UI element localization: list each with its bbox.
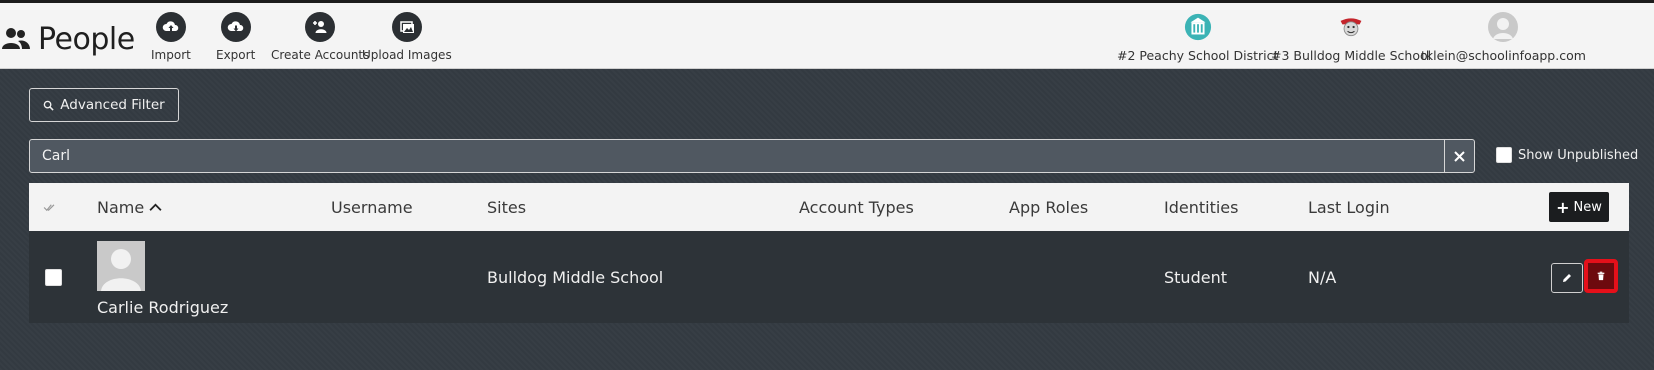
column-last-login[interactable]: Last Login — [1308, 183, 1390, 231]
district-selector[interactable]: #2 Peachy School District — [1117, 12, 1278, 63]
person-avatar — [97, 241, 145, 291]
column-app-roles-label: App Roles — [1009, 197, 1089, 217]
person-name[interactable]: Carlie Rodriguez — [97, 298, 228, 317]
page-title-text: People — [38, 21, 135, 57]
user-menu[interactable]: tklein@schoolinfoapp.com — [1421, 12, 1586, 63]
column-name-label: Name — [97, 197, 145, 217]
person-last-login: N/A — [1308, 268, 1337, 287]
column-app-roles[interactable]: App Roles — [1009, 183, 1088, 231]
upload-images-label: Upload Images — [362, 48, 452, 62]
table-header: Name Username Sites Account Types App Ro… — [29, 183, 1629, 231]
import-button[interactable]: Import — [151, 12, 191, 62]
close-icon — [1454, 150, 1465, 162]
chevron-up-icon — [149, 203, 162, 211]
people-icon — [2, 28, 30, 49]
images-icon — [400, 21, 414, 33]
trash-icon — [1597, 271, 1605, 281]
column-name[interactable]: Name — [97, 183, 162, 231]
school-logo-icon — [1340, 18, 1362, 37]
create-accounts-button[interactable]: Create Accounts — [271, 12, 369, 62]
column-username-label: Username — [331, 197, 413, 217]
district-logo-icon — [1184, 13, 1211, 41]
person-sites: Bulldog Middle School — [487, 268, 664, 287]
upload-images-button[interactable]: Upload Images — [362, 12, 452, 62]
column-identities[interactable]: Identities — [1164, 183, 1238, 231]
district-label: #2 Peachy School District — [1117, 48, 1279, 63]
person-identities: Student — [1164, 268, 1227, 287]
column-identities-label: Identities — [1164, 197, 1239, 217]
column-sites-label: Sites — [487, 197, 527, 217]
new-button-label: New — [1573, 199, 1602, 215]
create-accounts-label: Create Accounts — [271, 48, 370, 62]
advanced-filter-button[interactable]: Advanced Filter — [29, 88, 179, 122]
user-email: tklein@schoolinfoapp.com — [1421, 48, 1586, 63]
pencil-icon — [1563, 274, 1571, 282]
select-all-checkbox[interactable] — [43, 183, 56, 231]
page-title: People — [2, 19, 135, 59]
search-box — [29, 139, 1475, 173]
show-unpublished-label: Show Unpublished — [1518, 147, 1639, 163]
column-account-types-label: Account Types — [799, 197, 914, 217]
search-icon — [43, 100, 54, 111]
show-unpublished-checkbox[interactable] — [1496, 147, 1512, 163]
edit-button[interactable] — [1551, 263, 1583, 293]
new-person-button[interactable]: + New — [1549, 192, 1609, 222]
person-placeholder-icon — [97, 241, 145, 291]
column-account-types[interactable]: Account Types — [799, 183, 914, 231]
export-button[interactable]: Export — [216, 12, 255, 62]
add-user-icon — [313, 21, 327, 33]
delete-button[interactable] — [1584, 259, 1618, 293]
plus-icon: + — [1556, 197, 1570, 217]
user-avatar-icon — [1488, 12, 1519, 42]
table-row: Carlie Rodriguez Bulldog Middle School S… — [29, 231, 1629, 323]
show-unpublished-toggle[interactable]: Show Unpublished — [1496, 147, 1638, 163]
clear-search-button[interactable] — [1444, 140, 1474, 172]
cloud-download-icon — [227, 21, 243, 32]
search-input[interactable] — [30, 140, 1444, 172]
cloud-upload-icon — [162, 21, 179, 31]
export-label: Export — [216, 48, 256, 62]
advanced-filter-label: Advanced Filter — [60, 97, 165, 113]
top-header: People Import Export Create Accounts Upl… — [0, 0, 1654, 69]
row-checkbox[interactable] — [45, 269, 62, 286]
school-label: #3 Bulldog Middle School — [1271, 48, 1432, 63]
column-last-login-label: Last Login — [1308, 197, 1390, 217]
double-check-icon — [43, 203, 55, 211]
column-username[interactable]: Username — [331, 183, 413, 231]
import-label: Import — [151, 48, 191, 62]
column-sites[interactable]: Sites — [487, 183, 526, 231]
school-selector[interactable]: #3 Bulldog Middle School — [1271, 12, 1431, 63]
